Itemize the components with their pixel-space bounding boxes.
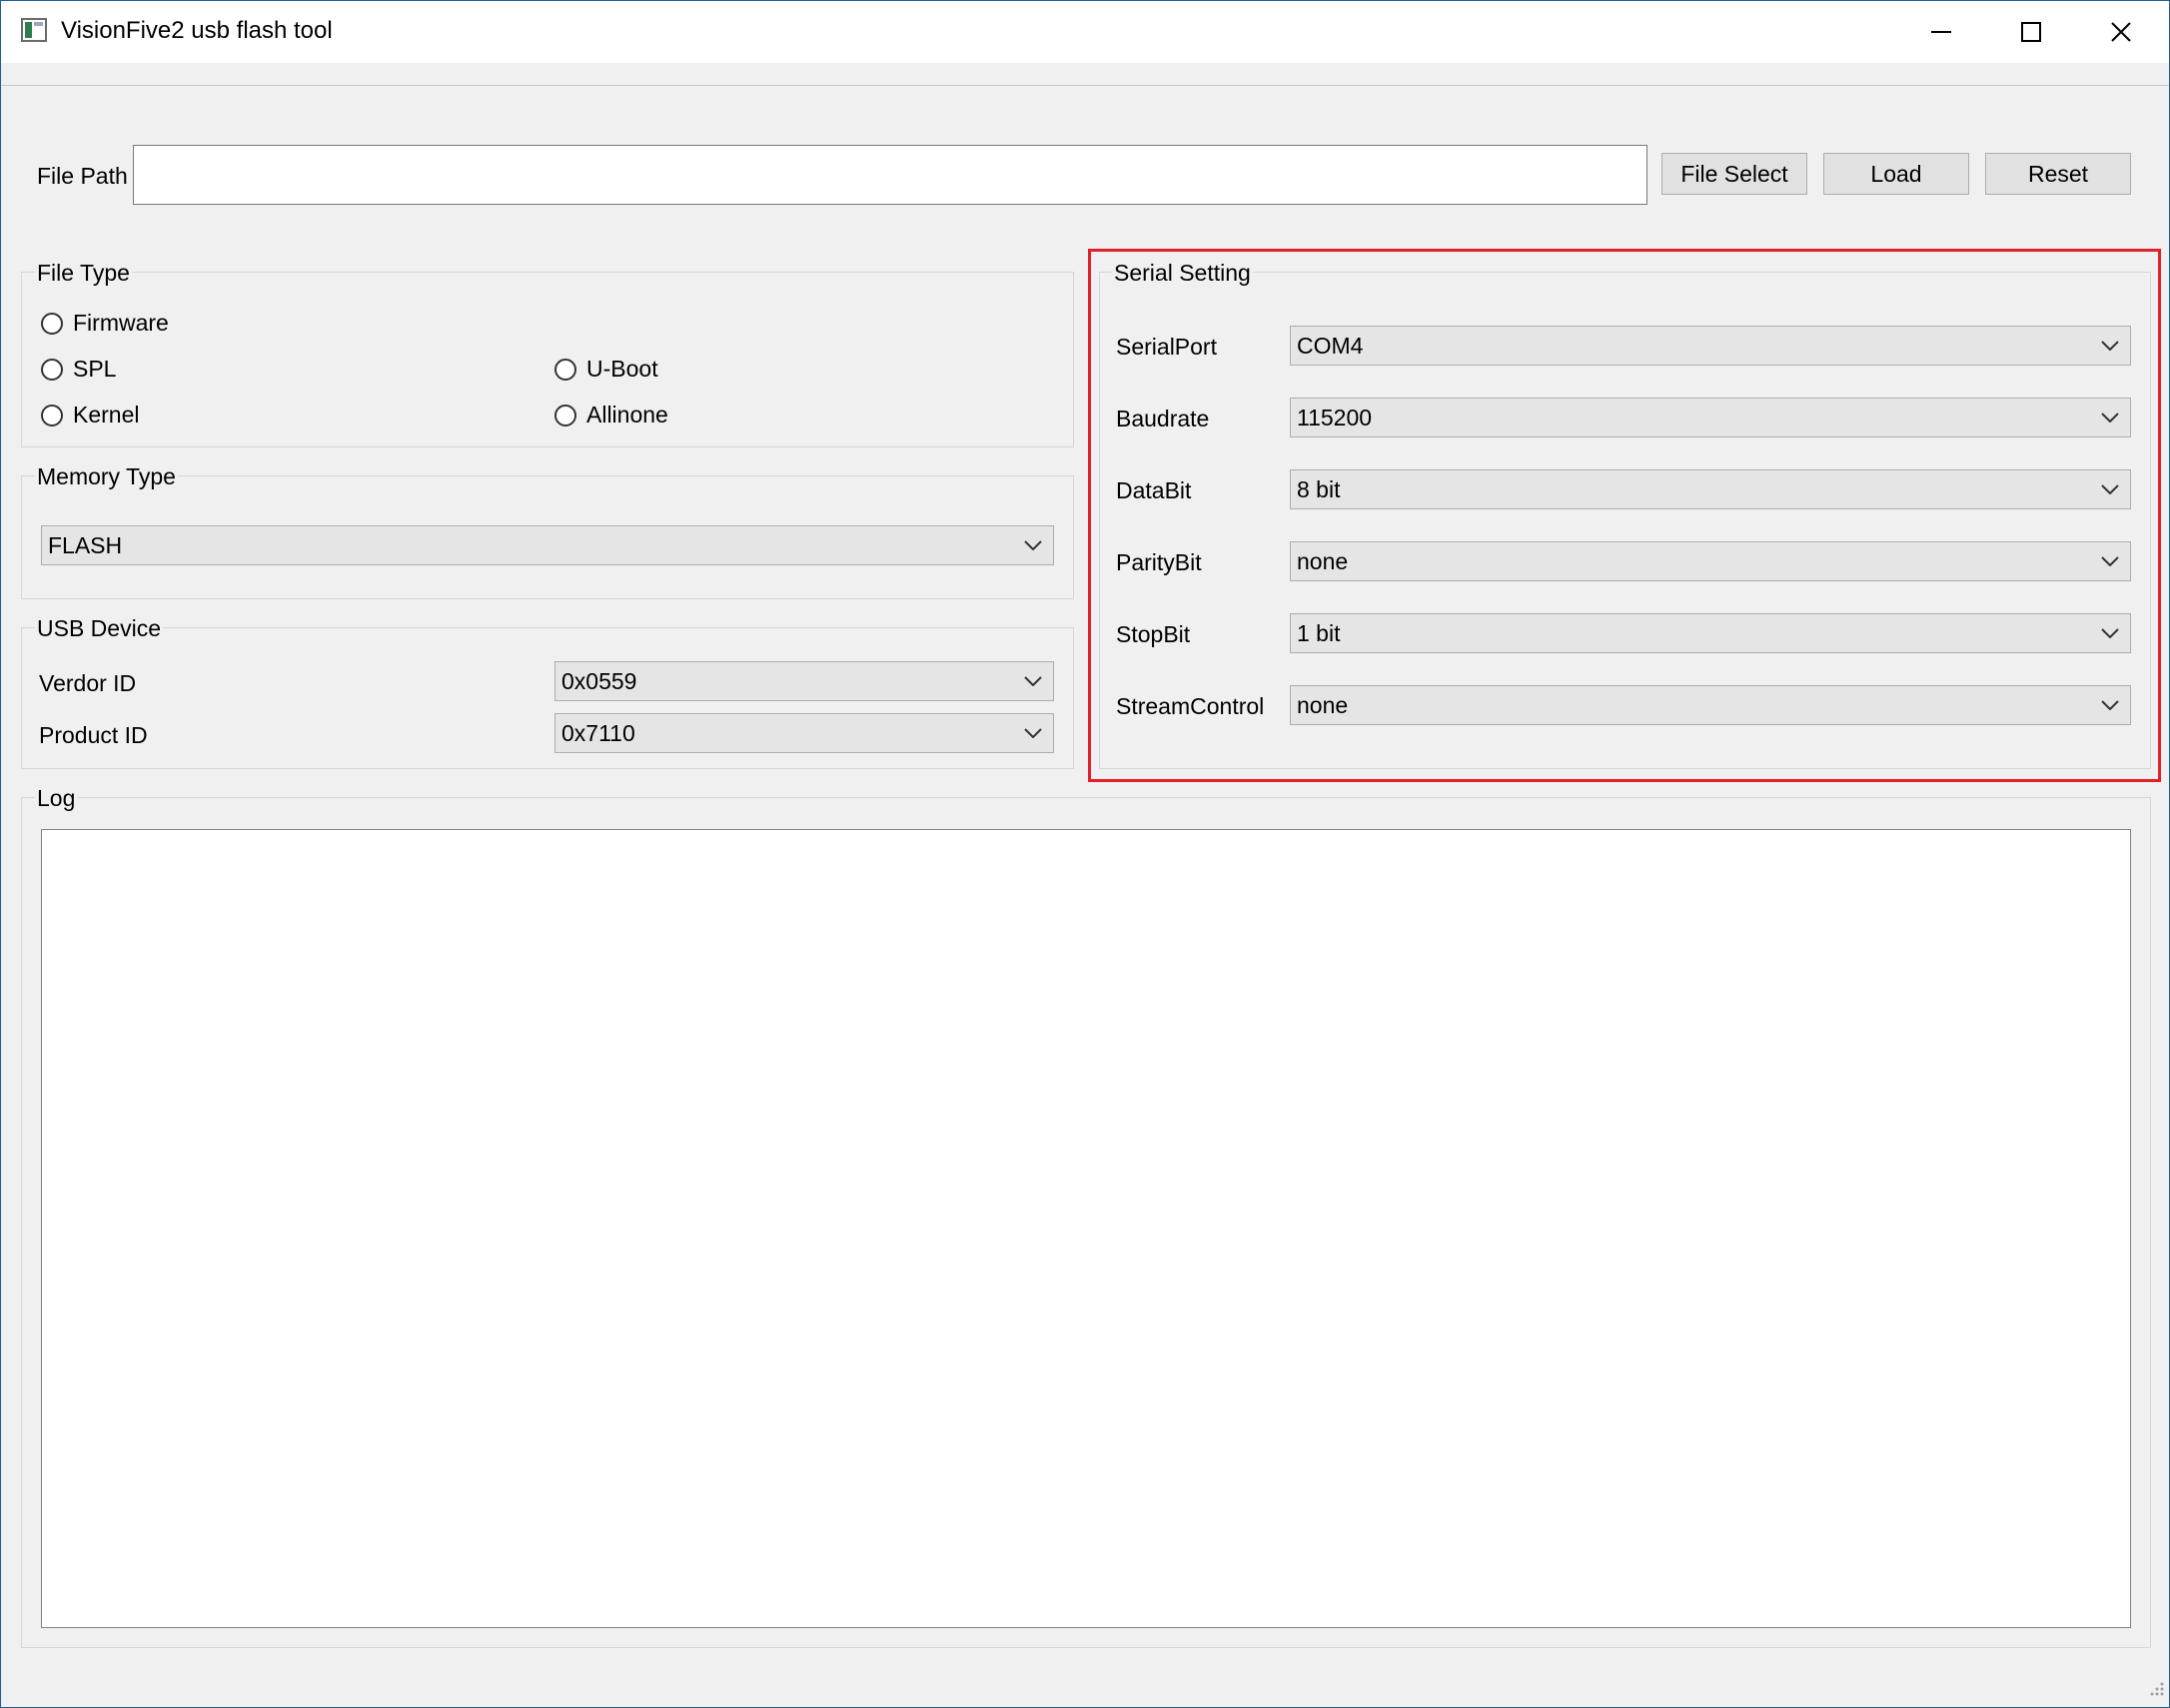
baudrate-label: Baudrate bbox=[1116, 406, 1210, 431]
memory-type-value: FLASH bbox=[48, 531, 123, 558]
streamcontrol-value: none bbox=[1297, 691, 1349, 718]
databit-select[interactable]: 8 bit bbox=[1290, 469, 2131, 509]
radio-circle[interactable] bbox=[41, 358, 63, 381]
maximize-button[interactable] bbox=[1986, 1, 2076, 63]
app-icon bbox=[21, 18, 47, 42]
streamcontrol-label: StreamControl bbox=[1116, 693, 1265, 719]
log-textarea[interactable] bbox=[41, 829, 2131, 1628]
window-title: VisionFive2 usb flash tool bbox=[61, 17, 333, 44]
chevron-down-icon bbox=[1013, 526, 1053, 564]
product-id-select[interactable]: 0x7110 bbox=[554, 713, 1054, 753]
serial-port-label: SerialPort bbox=[1116, 334, 1217, 360]
usb-device-title: USB Device bbox=[35, 615, 163, 642]
chevron-down-icon bbox=[2090, 399, 2130, 436]
radio-label: SPL bbox=[73, 356, 117, 382]
radio-circle[interactable] bbox=[41, 404, 63, 427]
app-window: VisionFive2 usb flash tool File Path Fil… bbox=[0, 0, 2170, 1708]
file-type-group bbox=[21, 272, 1074, 447]
radio-circle[interactable] bbox=[554, 358, 576, 381]
chevron-down-icon bbox=[2090, 470, 2130, 508]
memory-type-select[interactable]: FLASH bbox=[41, 525, 1054, 565]
paritybit-select[interactable]: none bbox=[1290, 541, 2131, 581]
close-button[interactable] bbox=[2076, 1, 2166, 63]
serial-port-select[interactable]: COM4 bbox=[1290, 326, 2131, 366]
radio-firmware[interactable]: Firmware bbox=[41, 310, 169, 337]
chevron-down-icon bbox=[1013, 714, 1053, 752]
vendor-id-value: 0x0559 bbox=[561, 667, 637, 694]
load-button[interactable]: Load bbox=[1823, 153, 1969, 195]
file-type-title: File Type bbox=[35, 260, 132, 287]
chevron-down-icon bbox=[2090, 542, 2130, 580]
log-title: Log bbox=[35, 785, 78, 812]
serial-port-value: COM4 bbox=[1297, 332, 1364, 359]
product-id-label: Product ID bbox=[39, 722, 148, 748]
baudrate-select[interactable]: 115200 bbox=[1290, 398, 2131, 437]
radio-kernel[interactable]: Kernel bbox=[41, 402, 139, 428]
product-id-value: 0x7110 bbox=[561, 719, 635, 746]
radio-label: U-Boot bbox=[586, 356, 658, 382]
chevron-down-icon bbox=[2090, 327, 2130, 365]
streamcontrol-select[interactable]: none bbox=[1290, 685, 2131, 725]
radio-label: Allinone bbox=[586, 402, 668, 427]
radio-circle[interactable] bbox=[554, 404, 576, 427]
file-path-label: File Path bbox=[37, 163, 128, 189]
file-path-input[interactable] bbox=[133, 145, 1647, 205]
stopbit-select[interactable]: 1 bit bbox=[1290, 613, 2131, 653]
resize-grip-icon[interactable] bbox=[2147, 1676, 2165, 1703]
close-icon bbox=[2109, 20, 2133, 44]
radio-spl[interactable]: SPL bbox=[41, 356, 116, 383]
chevron-down-icon bbox=[2090, 614, 2130, 652]
radio-allinone[interactable]: Allinone bbox=[554, 402, 668, 428]
radio-circle[interactable] bbox=[41, 312, 63, 335]
baudrate-value: 115200 bbox=[1297, 404, 1373, 430]
databit-label: DataBit bbox=[1116, 477, 1192, 503]
stopbit-value: 1 bit bbox=[1297, 619, 1341, 646]
reset-button[interactable]: Reset bbox=[1985, 153, 2131, 195]
vendor-id-select[interactable]: 0x0559 bbox=[554, 661, 1054, 701]
chevron-down-icon bbox=[1013, 662, 1053, 700]
paritybit-label: ParityBit bbox=[1116, 549, 1202, 575]
minimize-icon bbox=[1929, 20, 1953, 44]
stopbit-label: StopBit bbox=[1116, 621, 1191, 647]
maximize-icon bbox=[2019, 20, 2043, 44]
radio-u-boot[interactable]: U-Boot bbox=[554, 356, 658, 383]
file-select-button[interactable]: File Select bbox=[1661, 153, 1807, 195]
title-bar[interactable]: VisionFive2 usb flash tool bbox=[1, 1, 2169, 63]
radio-label: Kernel bbox=[73, 402, 140, 427]
databit-value: 8 bit bbox=[1297, 475, 1341, 502]
paritybit-value: none bbox=[1297, 547, 1349, 574]
minimize-button[interactable] bbox=[1896, 1, 1986, 63]
chevron-down-icon bbox=[2090, 686, 2130, 724]
vendor-id-label: Verdor ID bbox=[39, 670, 137, 696]
memory-type-title: Memory Type bbox=[35, 463, 178, 490]
menu-strip bbox=[1, 63, 2169, 86]
radio-label: Firmware bbox=[73, 310, 169, 336]
